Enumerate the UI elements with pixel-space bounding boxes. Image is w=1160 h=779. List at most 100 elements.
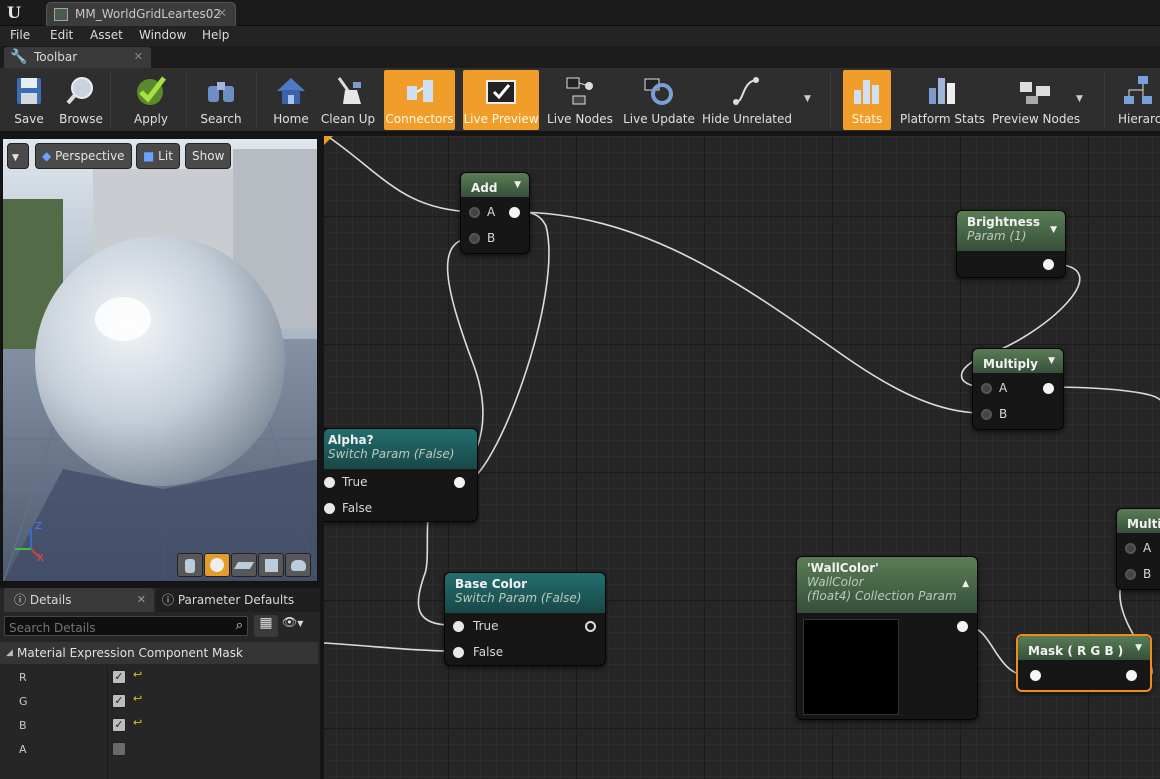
unreal-logo-icon[interactable]: U — [4, 3, 24, 23]
chevron-down-icon[interactable]: ▼ — [1050, 225, 1057, 235]
input-pin[interactable] — [981, 383, 992, 394]
output-pin[interactable] — [1126, 670, 1137, 681]
document-tab[interactable]: MM_WorldGridLeartes02 ✕ — [46, 2, 236, 26]
stats-button[interactable]: Stats — [843, 70, 891, 130]
show-button[interactable]: Show — [185, 143, 232, 169]
visibility-options-button[interactable]: 👁▼ — [282, 615, 316, 637]
cylinder-preview-button[interactable] — [177, 553, 203, 577]
node-title: 'WallColor' — [807, 561, 879, 575]
reset-to-default-icon[interactable]: ↩ — [133, 668, 142, 681]
home-button[interactable]: Home — [266, 70, 316, 130]
sphere-icon — [210, 558, 224, 572]
input-pin[interactable] — [1125, 543, 1136, 554]
property-matrix-button[interactable]: ▦ — [254, 615, 278, 637]
category-label: Material Expression Component Mask — [17, 646, 243, 660]
details-search-input[interactable] — [5, 619, 225, 637]
input-pin[interactable] — [453, 621, 464, 632]
lit-button[interactable]: ■ Lit — [136, 143, 180, 169]
live-preview-button[interactable]: Live Preview — [463, 70, 539, 130]
save-button[interactable]: Save — [4, 70, 54, 130]
output-pin[interactable] — [585, 621, 596, 632]
node-subtitle: WallColor — [807, 575, 864, 589]
material-graph-canvas[interactable]: Add ▼ A B Brightness Param (1) ▼ Multipl… — [324, 136, 1160, 779]
input-pin[interactable] — [324, 503, 335, 514]
menu-edit[interactable]: Edit — [50, 28, 73, 42]
node-subtitle: Param (1) — [967, 229, 1027, 243]
live-update-button[interactable]: Live Update — [622, 70, 696, 130]
teapot-preview-button[interactable] — [285, 553, 311, 577]
chevron-down-icon[interactable]: ▼ — [514, 180, 521, 190]
perspective-button[interactable]: ◆ Perspective — [35, 143, 132, 169]
plane-preview-button[interactable] — [231, 553, 257, 577]
output-pin[interactable] — [454, 477, 465, 488]
output-pin[interactable] — [1043, 259, 1054, 270]
input-pin[interactable] — [453, 647, 464, 658]
property-b-checkbox[interactable]: ✓ — [112, 718, 126, 732]
viewport-options-button[interactable]: ▼ — [7, 143, 29, 169]
node-add[interactable]: Add ▼ A B — [460, 172, 530, 254]
node-alpha-switch[interactable]: Alpha? Switch Param (False) True False — [324, 428, 478, 522]
browse-button[interactable]: Browse — [56, 70, 106, 130]
cube-preview-button[interactable] — [258, 553, 284, 577]
details-panel: ⓘ Details ✕ ⓘ Parameter Defaults ⌕ ▦ 👁▼ … — [0, 588, 320, 779]
details-search-field[interactable]: ⌕ — [4, 616, 248, 637]
input-pin[interactable] — [1125, 569, 1136, 580]
close-icon[interactable]: ✕ — [134, 50, 143, 63]
tab-parameter-defaults[interactable]: ⓘ Parameter Defaults — [156, 588, 320, 612]
connectors-button[interactable]: Connectors — [384, 70, 455, 130]
node-base-color-switch[interactable]: Base Color Switch Param (False) True Fal… — [444, 572, 606, 666]
menu-window[interactable]: Window — [139, 28, 186, 42]
output-pin[interactable] — [1043, 383, 1054, 394]
reset-to-default-icon[interactable]: ↩ — [133, 692, 142, 705]
property-g-checkbox[interactable]: ✓ — [112, 694, 126, 708]
input-pin[interactable] — [324, 477, 335, 488]
tab-details[interactable]: ⓘ Details ✕ — [4, 588, 154, 612]
node-multiply-2[interactable]: Multip A B — [1116, 508, 1160, 590]
input-pin[interactable] — [1030, 670, 1041, 681]
toolbar-panel-tab[interactable]: 🔧 Toolbar ✕ — [4, 47, 151, 68]
hierarchy-button[interactable]: Hierarch — [1114, 70, 1160, 130]
chevron-down-icon[interactable]: ▼ — [1076, 94, 1083, 104]
toolbar-separator — [186, 72, 187, 128]
chevron-down-icon[interactable]: ▼ — [804, 94, 811, 104]
property-a-checkbox[interactable] — [112, 742, 126, 756]
property-r-checkbox[interactable]: ✓ — [112, 670, 126, 684]
output-pin[interactable] — [509, 207, 520, 218]
output-pin[interactable] — [957, 621, 968, 632]
stats-button-label: Stats — [851, 112, 883, 126]
input-pin[interactable] — [981, 409, 992, 420]
search-button[interactable]: Search — [196, 70, 246, 130]
chevron-down-icon[interactable]: ▼ — [1048, 356, 1055, 366]
clean-up-button[interactable]: Clean Up — [320, 70, 376, 130]
preview-nodes-button-label: Preview Nodes — [992, 112, 1081, 126]
apply-button[interactable]: Apply — [126, 70, 176, 130]
chevron-up-icon[interactable]: ▲ — [962, 579, 969, 589]
preview-nodes-button[interactable]: Preview Nodes — [992, 70, 1081, 130]
node-brightness[interactable]: Brightness Param (1) ▼ — [956, 210, 1066, 278]
chevron-down-icon[interactable]: ▼ — [1135, 643, 1142, 653]
wrench-icon: 🔧 — [10, 49, 28, 65]
browse-button-label: Browse — [59, 112, 103, 126]
reset-to-default-icon[interactable]: ↩ — [133, 716, 142, 729]
node-title: Brightness — [967, 215, 1041, 229]
platform-stats-icon — [929, 78, 955, 104]
node-wallcolor-collection-param[interactable]: 'WallColor' WallColor (float4) Collectio… — [796, 556, 978, 720]
pin-label: A — [1143, 541, 1152, 555]
input-pin[interactable] — [469, 207, 480, 218]
menu-asset[interactable]: Asset — [90, 28, 123, 42]
preview-viewport[interactable]: Z X ▼ ◆ Perspective ■ Lit Show — [2, 138, 318, 582]
menu-help[interactable]: Help — [202, 28, 229, 42]
hierarchy-icon — [1124, 76, 1152, 104]
hide-unrelated-button[interactable]: Hide Unrelated — [702, 70, 792, 130]
platform-stats-button[interactable]: Platform Stats — [900, 70, 985, 130]
close-icon[interactable]: ✕ — [137, 588, 146, 612]
category-row[interactable]: ◢ Material Expression Component Mask — [0, 642, 318, 664]
input-pin[interactable] — [469, 233, 480, 244]
node-header: Multiply ▼ — [973, 349, 1063, 373]
node-component-mask[interactable]: Mask ( R G B ) ▼ — [1016, 634, 1152, 692]
sphere-preview-button[interactable] — [204, 553, 230, 577]
node-multiply[interactable]: Multiply ▼ A B — [972, 348, 1064, 430]
menu-file[interactable]: File — [10, 28, 30, 42]
close-icon[interactable]: ✕ — [217, 6, 227, 20]
live-nodes-button[interactable]: Live Nodes — [546, 70, 614, 130]
